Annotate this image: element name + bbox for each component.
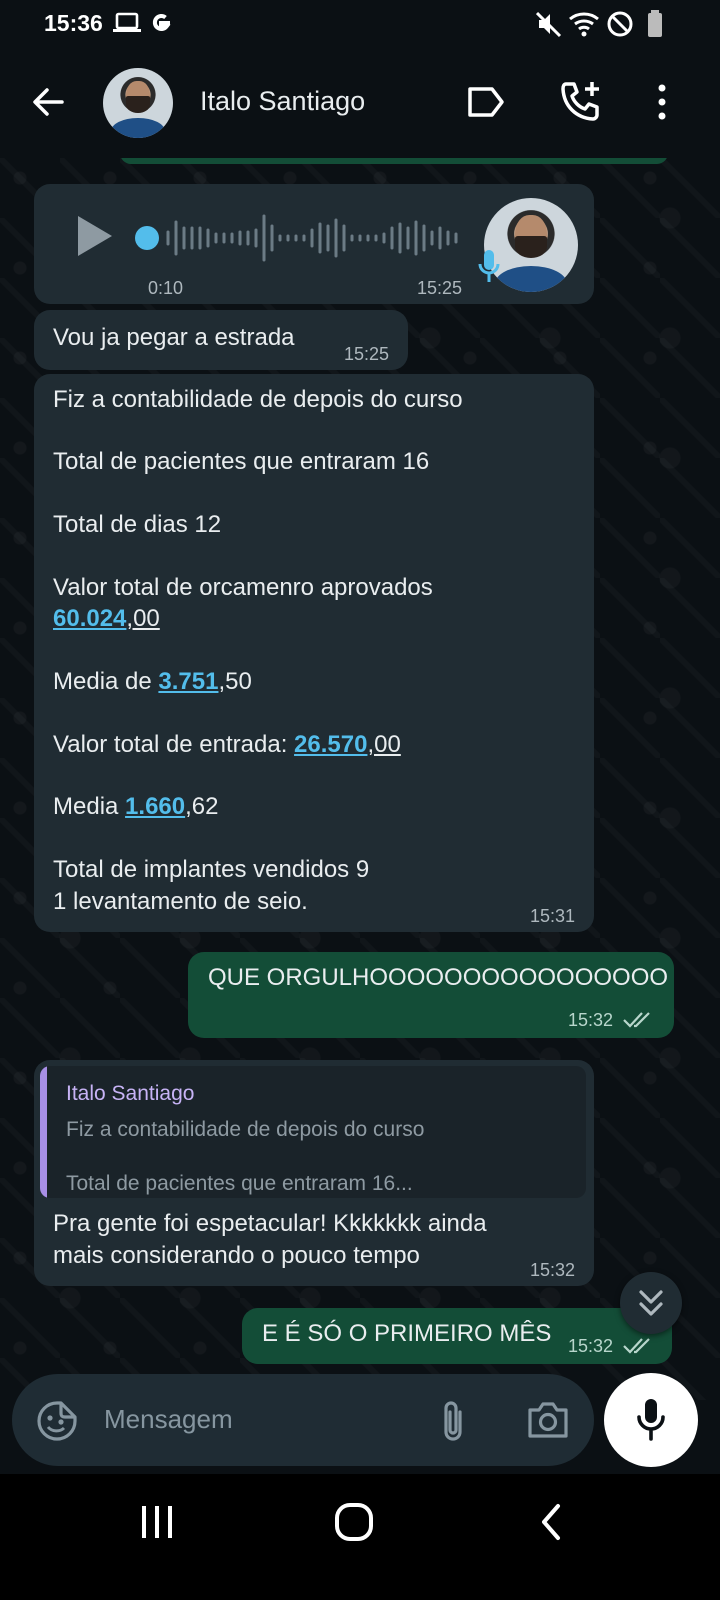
message-time: 15:25 [417,278,463,298]
scroll-to-bottom-button[interactable] [620,1272,682,1334]
message-line: Media 1.660,62 [53,793,219,820]
number-link[interactable]: 60.024 [53,605,126,632]
message-line: Valor total de entrada: 26.570,00 [53,731,401,758]
voice-record-button[interactable] [604,1373,698,1467]
google-icon [152,14,171,31]
back-arrow-icon[interactable] [28,82,68,122]
number-link[interactable]: 1.660 [125,793,185,820]
attach-icon[interactable] [438,1398,468,1444]
message-time: 15:31 [530,906,576,926]
chat-area[interactable]: 0:10 15:25 Vou ja pegar a estrada 15:25 … [0,158,720,1400]
home-icon[interactable] [334,1502,374,1542]
laptop-icon [113,12,141,32]
voice-message-bubble[interactable]: 0:10 15:25 [34,184,594,304]
message-line: Total de pacientes que entraram 16 [53,448,430,475]
quote-text: Fiz a contabilidade de depois do curso [66,1118,425,1141]
message-line: mais considerando o pouco tempo [53,1242,420,1269]
quote-author: Italo Santiago [66,1082,195,1105]
status-bar: 15:36 [0,0,720,50]
contact-name[interactable]: Italo Santiago [200,86,365,117]
message-line: Total de dias 12 [53,511,222,538]
double-chevron-down-icon [639,1290,663,1316]
sticker-icon[interactable] [36,1400,78,1442]
incoming-message[interactable]: Vou ja pegar a estrada 15:25 [34,310,408,370]
system-nav-bar [0,1474,720,1600]
message-line: 1 levantamento de seio. [53,888,308,915]
message-line: Pra gente foi espetacular! Kkkkkkk ainda [53,1210,487,1237]
camera-icon[interactable] [526,1400,570,1440]
message-input-bar: Mensagem [12,1374,594,1466]
voice-waveform[interactable] [134,212,464,264]
recent-apps-icon[interactable] [138,1504,176,1540]
read-ticks-icon [623,1012,650,1028]
mute-icon [536,11,562,38]
quote-text: Total de pacientes que entraram 16... [66,1172,413,1195]
incoming-reply-message[interactable]: Italo Santiago Fiz a contabilidade de de… [34,1060,594,1286]
outgoing-message[interactable]: QUE ORGULHOOOOOOOOOOOOOOOO 15:32 [188,952,674,1038]
message-text: Vou ja pegar a estrada [53,324,295,351]
battery-icon [648,10,662,37]
contact-avatar[interactable] [103,68,173,138]
number-link[interactable]: 3.751 [158,668,218,695]
mic-icon [637,1399,665,1441]
mic-icon [478,250,500,282]
message-time: 15:32 [530,1260,576,1280]
message-line: Media de 3.751,50 [53,668,252,695]
voice-duration: 0:10 [148,278,184,298]
back-nav-icon[interactable] [536,1502,566,1542]
message-text: E É SÓ O PRIMEIRO MÊS [262,1320,552,1347]
quoted-message[interactable]: Italo Santiago Fiz a contabilidade de de… [40,1066,586,1198]
chat-header: Italo Santiago [0,50,720,158]
do-not-disturb-icon [607,11,633,37]
message-text: QUE ORGULHOOOOOOOOOOOOOOOO [208,964,669,991]
previous-outgoing-bubble [120,158,668,164]
message-line: 60.024,00 [53,605,160,632]
number-link[interactable]: 26.570 [294,731,367,758]
add-call-icon[interactable] [558,78,604,124]
incoming-message[interactable]: Fiz a contabilidade de depois do curso T… [34,374,594,932]
message-time: 15:32 [568,1010,614,1030]
read-ticks-icon [623,1338,650,1354]
wifi-icon [569,12,599,37]
message-input[interactable]: Mensagem [104,1404,233,1435]
more-vert-icon[interactable] [652,82,672,122]
outgoing-message[interactable]: E É SÓ O PRIMEIRO MÊS 15:32 [242,1308,672,1364]
quote-accent-bar [40,1066,47,1198]
message-time: 15:32 [568,1336,614,1356]
label-icon[interactable] [466,84,506,120]
message-line: Fiz a contabilidade de depois do curso [53,386,463,413]
status-time: 15:36 [44,10,103,36]
message-time: 15:25 [344,344,390,364]
message-line: Total de implantes vendidos 9 [53,856,370,883]
message-line: Valor total de orcamenro aprovados [53,574,433,601]
play-icon[interactable] [74,214,114,258]
